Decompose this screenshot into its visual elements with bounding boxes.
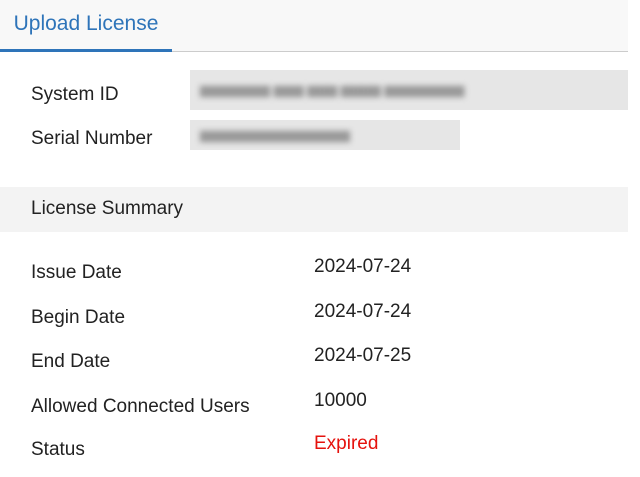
begin-date-label: Begin Date bbox=[31, 307, 126, 328]
tab-upload-license[interactable]: Upload License bbox=[0, 0, 172, 52]
license-summary-header: License Summary bbox=[0, 187, 628, 232]
allowed-users-value: 10000 bbox=[314, 390, 367, 411]
license-summary-title: License Summary bbox=[31, 198, 184, 219]
tab-bar: Upload License bbox=[0, 0, 628, 52]
begin-date-value: 2024-07-24 bbox=[314, 301, 412, 322]
end-date-value: 2024-07-25 bbox=[314, 345, 412, 366]
issue-date-value: 2024-07-24 bbox=[314, 256, 412, 277]
system-id-label: System ID bbox=[31, 84, 119, 105]
system-id-value-redacted: ▆▆▆▆▆▆▆ ▆▆▆ ▆▆▆ ▆▆▆▆ ▆▆▆▆▆▆▆▆ bbox=[190, 70, 628, 110]
serial-number-value-redacted: ▆▆▆▆▆▆▆▆▆▆▆▆▆▆▆ bbox=[190, 120, 460, 150]
allowed-users-label: Allowed Connected Users bbox=[31, 396, 250, 417]
status-value: Expired bbox=[314, 433, 379, 454]
serial-number-label: Serial Number bbox=[31, 128, 153, 149]
end-date-label: End Date bbox=[31, 351, 111, 372]
issue-date-label: Issue Date bbox=[31, 262, 122, 283]
status-label: Status bbox=[31, 439, 85, 460]
